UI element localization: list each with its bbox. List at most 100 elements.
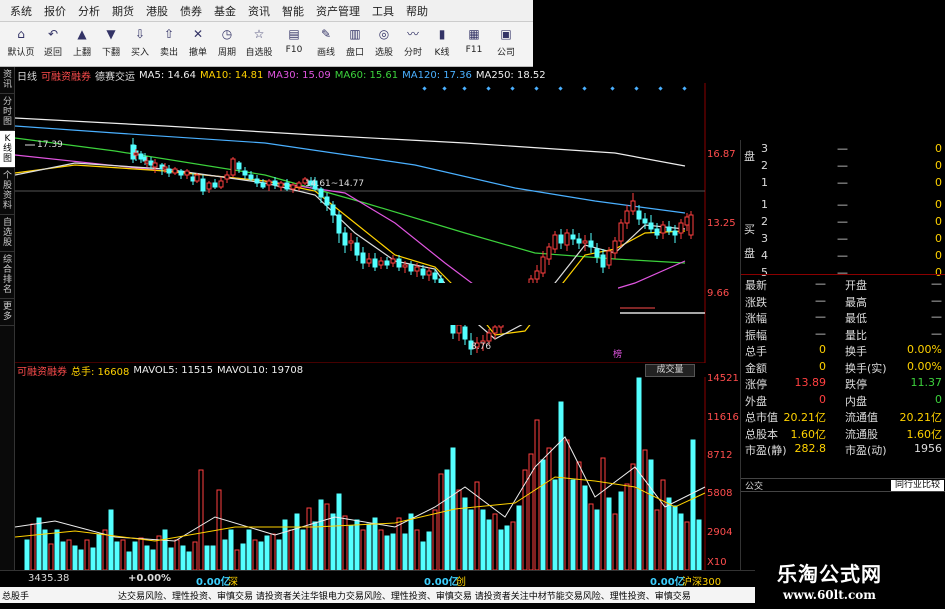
candle-body [570,234,576,240]
volume-bar [414,529,420,570]
candle-body [462,326,468,340]
signal-marker [486,86,491,91]
page-down-icon: ▼ [106,27,116,41]
volume-bar [264,535,270,570]
ticker-label[interactable]: 总股手 [2,589,29,602]
candle-body [296,182,302,188]
market-1[interactable]: 深 [228,573,238,588]
volume-bar [162,529,168,570]
toolbar-button-7[interactable]: ◷ 周期 [213,22,241,66]
candle-body [360,252,366,264]
menu-item-10[interactable]: 工具 [368,3,402,19]
volume-bar [294,513,300,570]
menu-item-5[interactable]: 债券 [176,3,210,19]
menu-item-6[interactable]: 基金 [210,3,244,19]
ask-row[interactable]: 1 — 0 [741,176,945,192]
volume-bar [78,549,84,570]
menu-item-7[interactable]: 资讯 [244,3,278,19]
toolbar-button-16[interactable]: ▣ 公司 [492,22,520,66]
amount-1: 0.00亿 [196,577,231,588]
favorites-icon: ☆ [253,27,265,41]
volume-indicator-label[interactable]: 可融资融券 [17,363,67,378]
left-tab-0[interactable]: 资讯 [0,67,15,94]
ask-row[interactable]: 2 — 0 [741,159,945,175]
left-tab-2[interactable]: K线图 [0,131,15,168]
toolbar-button-10[interactable]: ✎ 画线 [312,22,340,66]
volume-bar [54,529,60,570]
bid-row[interactable]: 4 — 0 [741,249,945,265]
stat-row[interactable]: 总市值 20.21亿 流通值 20.21亿 [741,409,945,425]
toolbar-button-12[interactable]: ◎ 选股 [370,22,398,66]
stat-value: 0 [935,392,942,406]
toolbar-button-3[interactable]: ▼ 下翻 [97,22,125,66]
stat-row[interactable]: 总股本 1.60亿 流通股 1.60亿 [741,426,945,442]
menu-item-1[interactable]: 报价 [40,3,74,19]
compare-button[interactable]: 同行业比较 [890,480,944,491]
toolbar-button-13[interactable]: 〰分时 [399,22,427,66]
ma5-value: MA5: 14.64 [139,69,197,81]
announcement-label[interactable]: 公交 [745,479,763,492]
stat-row[interactable]: 市盈(静) 282.8 市盈(动) 1956 [741,442,945,458]
toolbar-button-1[interactable]: ↶ 返回 [39,22,67,66]
market-2[interactable]: 创 [456,573,466,588]
menu-item-11[interactable]: 帮助 [402,3,436,19]
toolbar-button-5[interactable]: ⇧ 卖出 [155,22,183,66]
left-tab-5[interactable]: 综合排名 [0,252,15,299]
toolbar-button-14[interactable]: ▮ K线 [428,22,456,66]
menu-item-2[interactable]: 分析 [74,3,108,19]
menu-item-9[interactable]: 资产管理 [312,3,368,19]
announcement-bar: 公交 同行业比较 [741,478,945,492]
toolbar-button-0[interactable]: ⌂ 默认页 [4,22,38,66]
bid-level: 1 [761,198,768,211]
ma-line-1 [15,125,686,214]
toolbar-button-4[interactable]: ⇩ 买入 [126,22,154,66]
quote-panel: 3—0 2—0 1—0 盘 1—0 2—0 3—0 4—0 5—0 买盘最新 — 开盘 — 涨跌 — 最高 — 涨… [740,140,945,582]
toolbar-button-6[interactable]: ✕ 撤单 [184,22,212,66]
indicator-label[interactable]: 可融资融券 [41,68,91,83]
menu-item-4[interactable]: 港股 [142,3,176,19]
toolbar-button-2[interactable]: ▲ 上翻 [68,22,96,66]
bid-row[interactable]: 2 — 0 [741,215,945,231]
volume-chart[interactable] [15,377,740,570]
stat-row[interactable]: 涨跌 — 最高 — [741,294,945,310]
volume-bar [690,439,696,570]
period-label[interactable]: 日线 [17,68,37,83]
menu-item-3[interactable]: 期货 [108,3,142,19]
stat-value: 0.00% [907,359,942,373]
left-tab-4[interactable]: 自选股 [0,215,15,252]
menu-item-0[interactable]: 系统 [6,3,40,19]
left-tab-3[interactable]: 个股资料 [0,168,15,215]
stat-row[interactable]: 涨幅 — 最低 — [741,310,945,326]
volume-bar [444,469,450,570]
volume-indicator-button[interactable]: 成交量 [645,364,695,377]
volume-bar [534,419,540,570]
stat-value: — [931,293,942,307]
toolbar-button-15[interactable]: ▦ F11 [457,22,491,66]
candle-body [218,180,224,188]
stat-row[interactable]: 最新 — 开盘 — [741,277,945,293]
ask-row[interactable]: 3 — 0 [741,142,945,158]
stat-row[interactable]: 涨停 13.89 跌停 11.37 [741,376,945,392]
left-tab-6[interactable]: 更多 [0,299,15,326]
volume-bar [582,485,588,570]
menu-item-8[interactable]: 智能 [278,3,312,19]
volume-bar [132,541,138,570]
left-tab-1[interactable]: 分时图 [0,94,15,131]
stat-row[interactable]: 金额 0 换手(实) 0.00% [741,360,945,376]
volume-bar [648,459,654,570]
bid-row[interactable]: 1 — 0 [741,198,945,214]
toolbar-button-9[interactable]: ▤ F10 [277,22,311,66]
bid-row[interactable]: 3 — 0 [741,232,945,248]
signal-marker [610,86,615,91]
market-3[interactable]: 沪深300 [682,573,721,588]
volume-bar [606,497,612,570]
stat-row[interactable]: 振幅 — 量比 — [741,327,945,343]
bid-volume: 0 [935,215,942,228]
volume-bar [468,509,474,570]
candle-body [372,258,378,268]
news-ticker[interactable]: 达交易风险、理性投资、审慎交易 请投资者关注华银电力交易风险、理性投资、审慎交易… [118,589,691,602]
toolbar-button-8[interactable]: ☆ 自选股 [242,22,276,66]
stat-row[interactable]: 总手 0 换手 0.00% [741,343,945,359]
stat-row[interactable]: 外盘 0 内盘 0 [741,393,945,409]
toolbar-button-11[interactable]: ▥ 盘口 [341,22,369,66]
